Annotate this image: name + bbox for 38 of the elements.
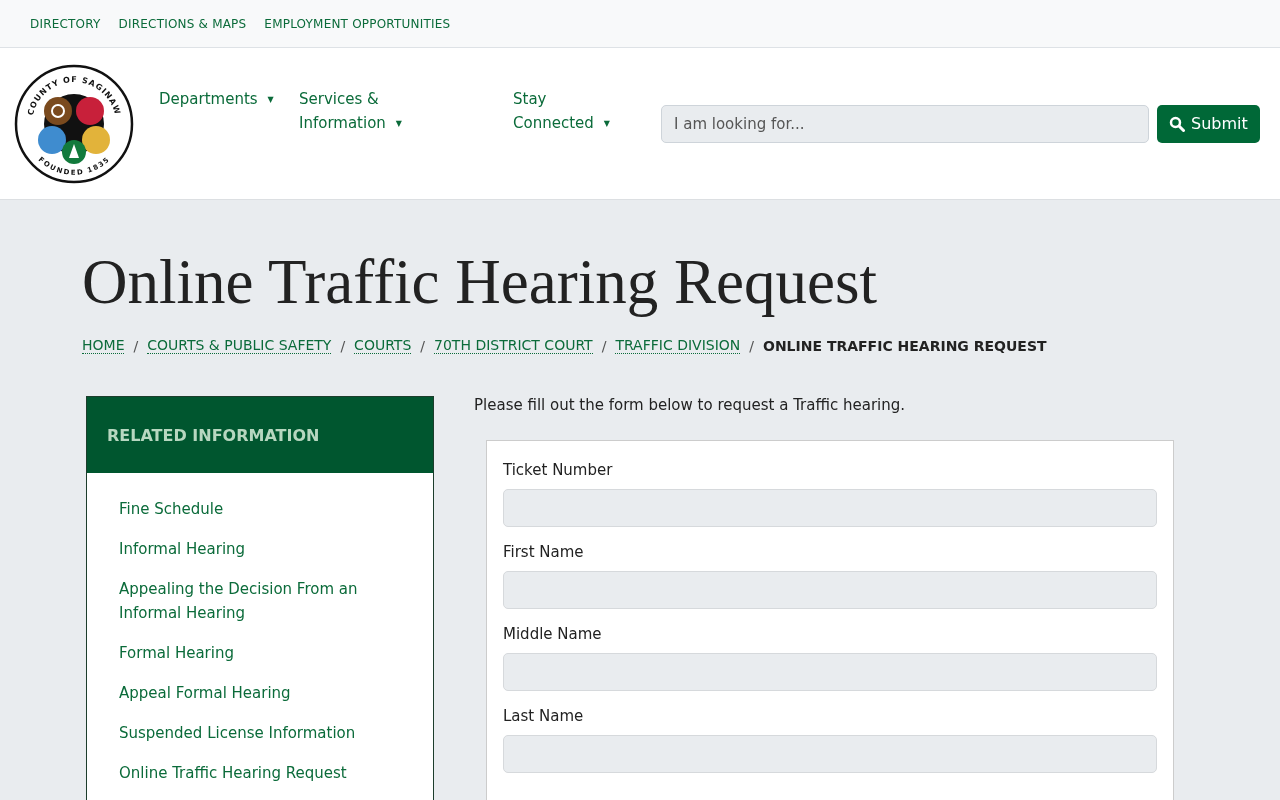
intro-text: Please fill out the form below to request a Traffic hearing. <box>474 396 907 414</box>
sidebar-heading: RELATED INFORMATION <box>87 397 433 473</box>
nav-menu-item[interactable]: Stay Connected ▼ <box>513 87 628 136</box>
breadcrumb-link[interactable]: COURTS <box>354 337 412 354</box>
breadcrumb-current: ONLINE TRAFFIC HEARING REQUEST <box>763 337 1047 354</box>
field-label: Last Name <box>503 707 585 725</box>
breadcrumb-separator: / <box>340 337 346 354</box>
page-title: Online Traffic Hearing Request <box>82 246 878 319</box>
top-link[interactable]: EMPLOYMENT OPPORTUNITIES <box>264 16 451 31</box>
submit-button[interactable]: Submit <box>1157 104 1260 143</box>
breadcrumb-separator: / <box>601 337 607 354</box>
input-field[interactable] <box>503 571 1157 609</box>
sidebar-link[interactable]: Online Traffic Hearing Request <box>119 761 401 785</box>
sidebar-link[interactable]: Appeal Formal Hearing <box>119 681 401 705</box>
nav-menu-item[interactable]: Departments ▼ <box>159 87 299 112</box>
breadcrumb-link[interactable]: HOME <box>82 337 125 354</box>
breadcrumb-link[interactable]: TRAFFIC DIVISION <box>615 337 741 354</box>
breadcrumb-separator: / <box>133 337 139 354</box>
nav-menu-item[interactable]: Services & Information ▼ <box>299 87 439 136</box>
search-field[interactable]: I am looking for... <box>661 104 1149 143</box>
sidebar-link[interactable]: Appealing the Decision From an Informal Hearing <box>119 577 401 625</box>
breadcrumb-separator: / <box>749 337 754 354</box>
field-label: First Name <box>503 543 585 561</box>
sidebar-link[interactable]: Formal Hearing <box>119 641 401 665</box>
input-field[interactable] <box>503 653 1157 691</box>
field-label: Ticket Number <box>503 461 614 479</box>
search-icon <box>1169 115 1185 132</box>
top-link[interactable]: DIRECTIONS & MAPS <box>118 16 247 31</box>
input-field[interactable] <box>503 735 1157 773</box>
input-field[interactable] <box>503 489 1157 527</box>
breadcrumb-link[interactable]: 70TH DISTRICT COURT <box>434 337 593 354</box>
breadcrumb-separator: / <box>420 337 426 354</box>
field-label: Middle Name <box>503 625 603 643</box>
sidebar-link[interactable]: Fine Schedule <box>119 497 401 521</box>
sidebar-link[interactable]: Informal Hearing <box>119 537 401 561</box>
breadcrumb-link[interactable]: COURTS & PUBLIC SAFETY <box>147 337 332 354</box>
sidebar-link[interactable]: Suspended License Information <box>119 721 401 745</box>
top-link[interactable]: DIRECTORY <box>30 16 101 31</box>
